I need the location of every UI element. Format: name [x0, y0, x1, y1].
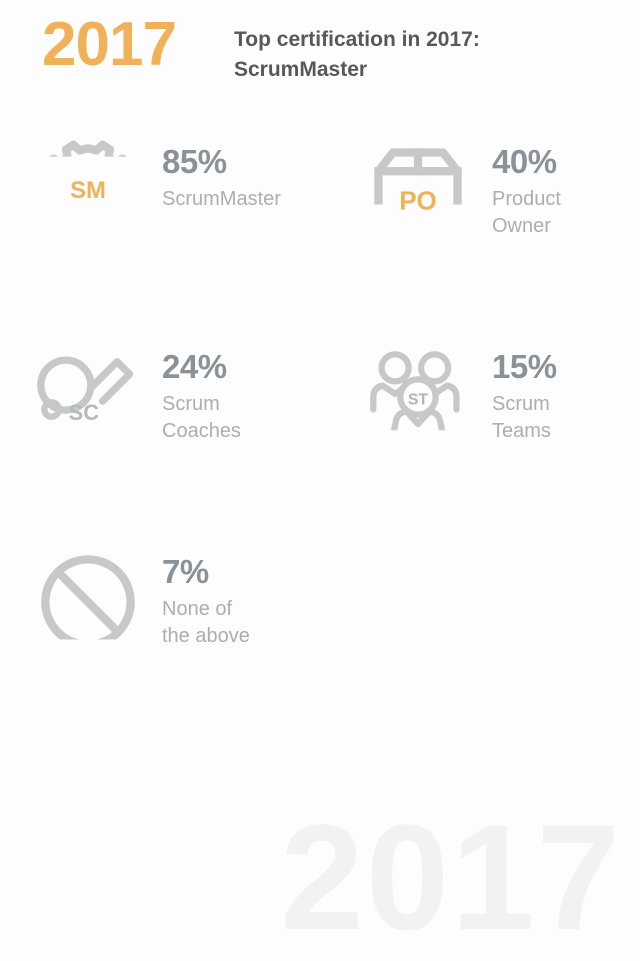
year-watermark: 2017	[280, 793, 622, 961]
team-st-icon: ST	[370, 351, 460, 449]
page-title: Top certification in 2017: ScrumMaster	[234, 25, 614, 86]
stat-row: SM 85% ScrumMaster PO 40% Product Owner	[0, 140, 640, 345]
team-badge-label: ST	[408, 391, 428, 408]
header-year: 2017	[42, 10, 177, 79]
stat-text: 15% Scrum Teams	[492, 345, 557, 445]
header: 2017 Top certification in 2017: ScrumMas…	[0, 0, 640, 120]
stat-percent: 15%	[492, 348, 557, 385]
stat-row: 7% None of the above	[0, 550, 640, 755]
box-po-icon: PO	[374, 148, 462, 244]
page-title-line-2: ScrumMaster	[234, 58, 368, 82]
stat-label: Product Owner	[492, 188, 561, 238]
stats-grid: SM 85% ScrumMaster PO 40% Product Owner …	[0, 140, 640, 755]
stat-item-scrum-teams: ST 15% Scrum Teams	[0, 345, 640, 550]
stat-item-product-owner: PO 40% Product Owner	[0, 140, 640, 345]
stat-row: SC 24% Scrum Coaches ST 15% Scrum Teams	[0, 345, 640, 550]
stat-label: Scrum Teams	[492, 393, 551, 443]
stat-percent: 40%	[492, 143, 557, 180]
stat-item-empty	[0, 550, 640, 755]
stat-text: 40% Product Owner	[492, 140, 561, 240]
page-title-line-1: Top certification in 2017:	[234, 28, 480, 51]
box-badge-label: PO	[399, 186, 437, 216]
